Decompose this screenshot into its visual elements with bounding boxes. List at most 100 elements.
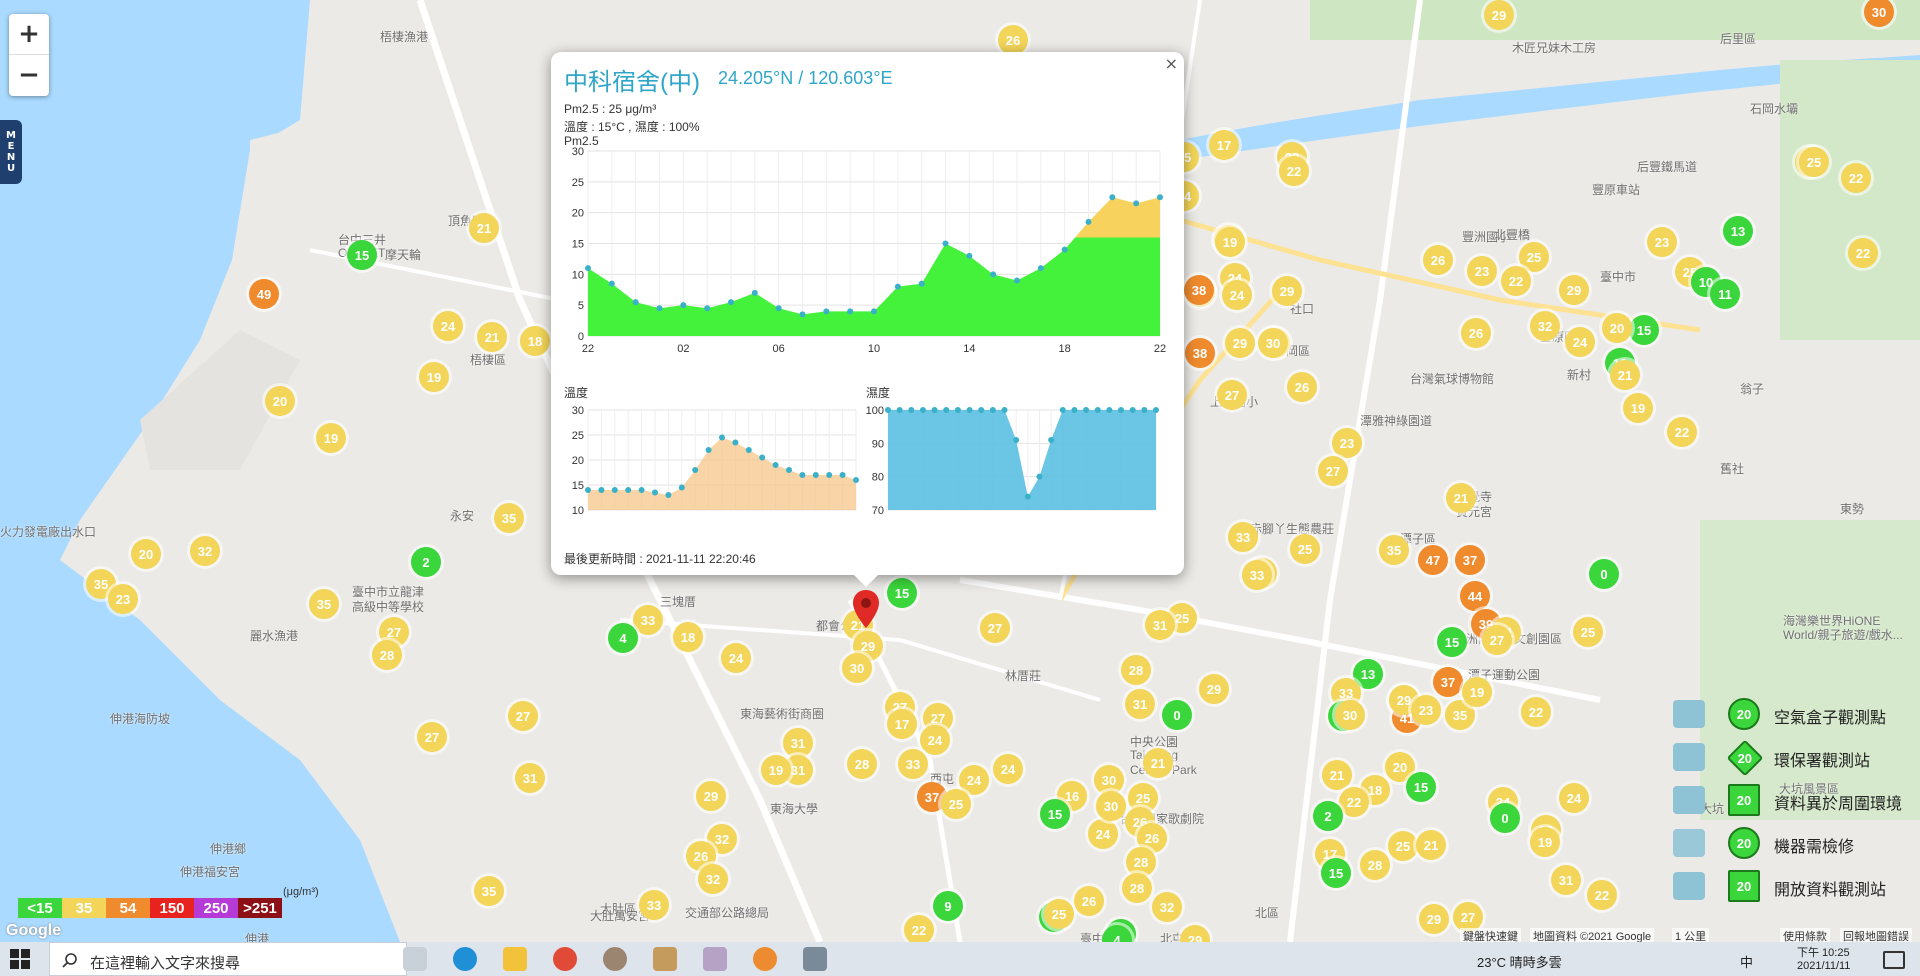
report-error-link[interactable]: 回報地圖錯誤 <box>1840 928 1912 942</box>
station-marker[interactable]: 20 <box>1602 313 1632 343</box>
station-marker[interactable]: 32 <box>1152 892 1182 922</box>
station-marker[interactable]: 26 <box>1423 245 1453 275</box>
station-marker[interactable]: 13 <box>1723 216 1753 246</box>
station-marker[interactable]: 31 <box>515 763 545 793</box>
station-marker[interactable]: 37 <box>1455 545 1485 575</box>
station-marker[interactable]: 29 <box>1559 275 1589 305</box>
station-marker[interactable]: 11 <box>1710 279 1740 309</box>
station-marker[interactable]: 24 <box>1222 280 1252 310</box>
station-marker[interactable]: 24 <box>920 725 950 755</box>
station-marker[interactable]: 27 <box>1217 380 1247 410</box>
station-marker[interactable]: 0 <box>1162 700 1192 730</box>
edge-browser-icon[interactable] <box>453 947 477 971</box>
station-marker[interactable]: 38 <box>1184 275 1214 305</box>
station-marker[interactable]: 23 <box>1647 227 1677 257</box>
station-marker[interactable]: 21 <box>1416 830 1446 860</box>
app-icon[interactable] <box>703 947 727 971</box>
station-marker[interactable]: 19 <box>1623 393 1653 423</box>
station-marker[interactable]: 28 <box>1122 873 1152 903</box>
station-marker[interactable]: 33 <box>1228 522 1258 552</box>
station-marker[interactable]: 33 <box>898 749 928 779</box>
station-marker[interactable]: 19 <box>1462 677 1492 707</box>
station-marker[interactable]: 20 <box>265 386 295 416</box>
station-marker[interactable]: 37 <box>1433 667 1463 697</box>
station-marker[interactable]: 23 <box>108 584 138 614</box>
file-explorer-icon[interactable] <box>503 947 527 971</box>
station-marker[interactable]: 24 <box>1559 783 1589 813</box>
station-marker[interactable]: 31 <box>1125 689 1155 719</box>
station-marker[interactable]: 26 <box>1287 372 1317 402</box>
taskbar-search-box[interactable]: 在這裡輸入文字來搜尋 <box>49 942 407 976</box>
station-marker[interactable]: 22 <box>1501 266 1531 296</box>
station-marker[interactable]: 35 <box>494 503 524 533</box>
station-marker[interactable]: 33 <box>1242 560 1272 590</box>
location-pin-icon[interactable] <box>853 590 879 630</box>
station-marker[interactable]: 27 <box>508 701 538 731</box>
station-marker[interactable]: 32 <box>698 864 728 894</box>
close-icon[interactable]: × <box>1165 54 1178 73</box>
map-scale[interactable]: 1 公里 <box>1672 928 1710 942</box>
app-icon[interactable] <box>603 947 627 971</box>
station-marker[interactable]: 15 <box>1406 772 1436 802</box>
station-marker[interactable]: 22 <box>1279 156 1309 186</box>
map-view[interactable]: 梧棲漁港頂魚寮台中三井OUTLET摩天輪梧棲區永安火力發電廠出水口臺中市立龍津高… <box>0 0 1920 942</box>
station-marker[interactable]: 31 <box>1551 865 1581 895</box>
station-marker[interactable]: 19 <box>419 362 449 392</box>
station-marker[interactable]: 28 <box>1360 850 1390 880</box>
station-marker[interactable]: 24 <box>1565 327 1595 357</box>
station-marker[interactable]: 27 <box>1318 456 1348 486</box>
station-marker[interactable]: 0 <box>1490 803 1520 833</box>
station-marker[interactable]: 19 <box>1530 827 1560 857</box>
station-marker[interactable]: 28 <box>1121 655 1151 685</box>
station-marker[interactable]: 17 <box>1209 130 1239 160</box>
station-marker[interactable]: 26 <box>998 25 1028 55</box>
station-marker[interactable]: 20 <box>131 539 161 569</box>
task-view-icon[interactable] <box>403 947 427 971</box>
station-marker[interactable]: 21 <box>1322 760 1352 790</box>
keyboard-shortcuts-link[interactable]: 鍵盤快速鍵 <box>1460 928 1521 942</box>
station-marker[interactable]: 21 <box>1446 483 1476 513</box>
station-marker[interactable]: 32 <box>190 536 220 566</box>
station-marker[interactable]: 32 <box>1530 311 1560 341</box>
ime-indicator[interactable]: 中 <box>1740 952 1753 971</box>
station-marker[interactable]: 30 <box>1335 700 1365 730</box>
station-marker[interactable]: 23 <box>1411 695 1441 725</box>
station-marker[interactable]: 25 <box>1388 831 1418 861</box>
station-marker[interactable]: 18 <box>673 622 703 652</box>
menu-button[interactable]: MENU <box>0 120 22 184</box>
station-marker[interactable]: 47 <box>1418 545 1448 575</box>
station-marker[interactable]: 23 <box>1467 256 1497 286</box>
station-marker[interactable]: 22 <box>1521 697 1551 727</box>
station-marker[interactable]: 2 <box>1313 801 1343 831</box>
blender-icon[interactable] <box>753 947 777 971</box>
station-marker[interactable]: 29 <box>1419 904 1449 934</box>
station-marker[interactable]: 30 <box>1258 328 1288 358</box>
station-marker[interactable]: 24 <box>1088 819 1118 849</box>
notification-icon[interactable] <box>1883 951 1905 969</box>
station-marker[interactable]: 25 <box>1573 617 1603 647</box>
station-marker[interactable]: 15 <box>887 578 917 608</box>
station-marker[interactable]: 18 <box>520 326 550 356</box>
station-marker[interactable]: 25 <box>1044 899 1074 929</box>
station-marker[interactable]: 49 <box>249 279 279 309</box>
station-marker[interactable]: 35 <box>1379 535 1409 565</box>
station-marker[interactable]: 26 <box>1461 318 1491 348</box>
station-marker[interactable]: 22 <box>904 915 934 942</box>
station-marker[interactable]: 22 <box>1848 238 1878 268</box>
station-marker[interactable]: 28 <box>847 749 877 779</box>
station-marker[interactable]: 29 <box>1225 328 1255 358</box>
station-marker[interactable]: 22 <box>1841 163 1871 193</box>
station-marker[interactable]: 33 <box>633 605 663 635</box>
station-marker[interactable]: 21 <box>469 213 499 243</box>
station-marker[interactable]: 15 <box>1629 315 1659 345</box>
station-marker[interactable]: 30 <box>842 653 872 683</box>
station-marker[interactable]: 29 <box>1199 674 1229 704</box>
station-marker[interactable]: 25 <box>941 789 971 819</box>
station-marker[interactable]: 22 <box>1339 787 1369 817</box>
station-marker[interactable]: 19 <box>316 423 346 453</box>
station-marker[interactable]: 0 <box>1589 559 1619 589</box>
app-icon[interactable] <box>803 947 827 971</box>
station-marker[interactable]: 24 <box>721 643 751 673</box>
station-marker[interactable]: 24 <box>993 754 1023 784</box>
station-marker[interactable]: 30 <box>1096 791 1126 821</box>
